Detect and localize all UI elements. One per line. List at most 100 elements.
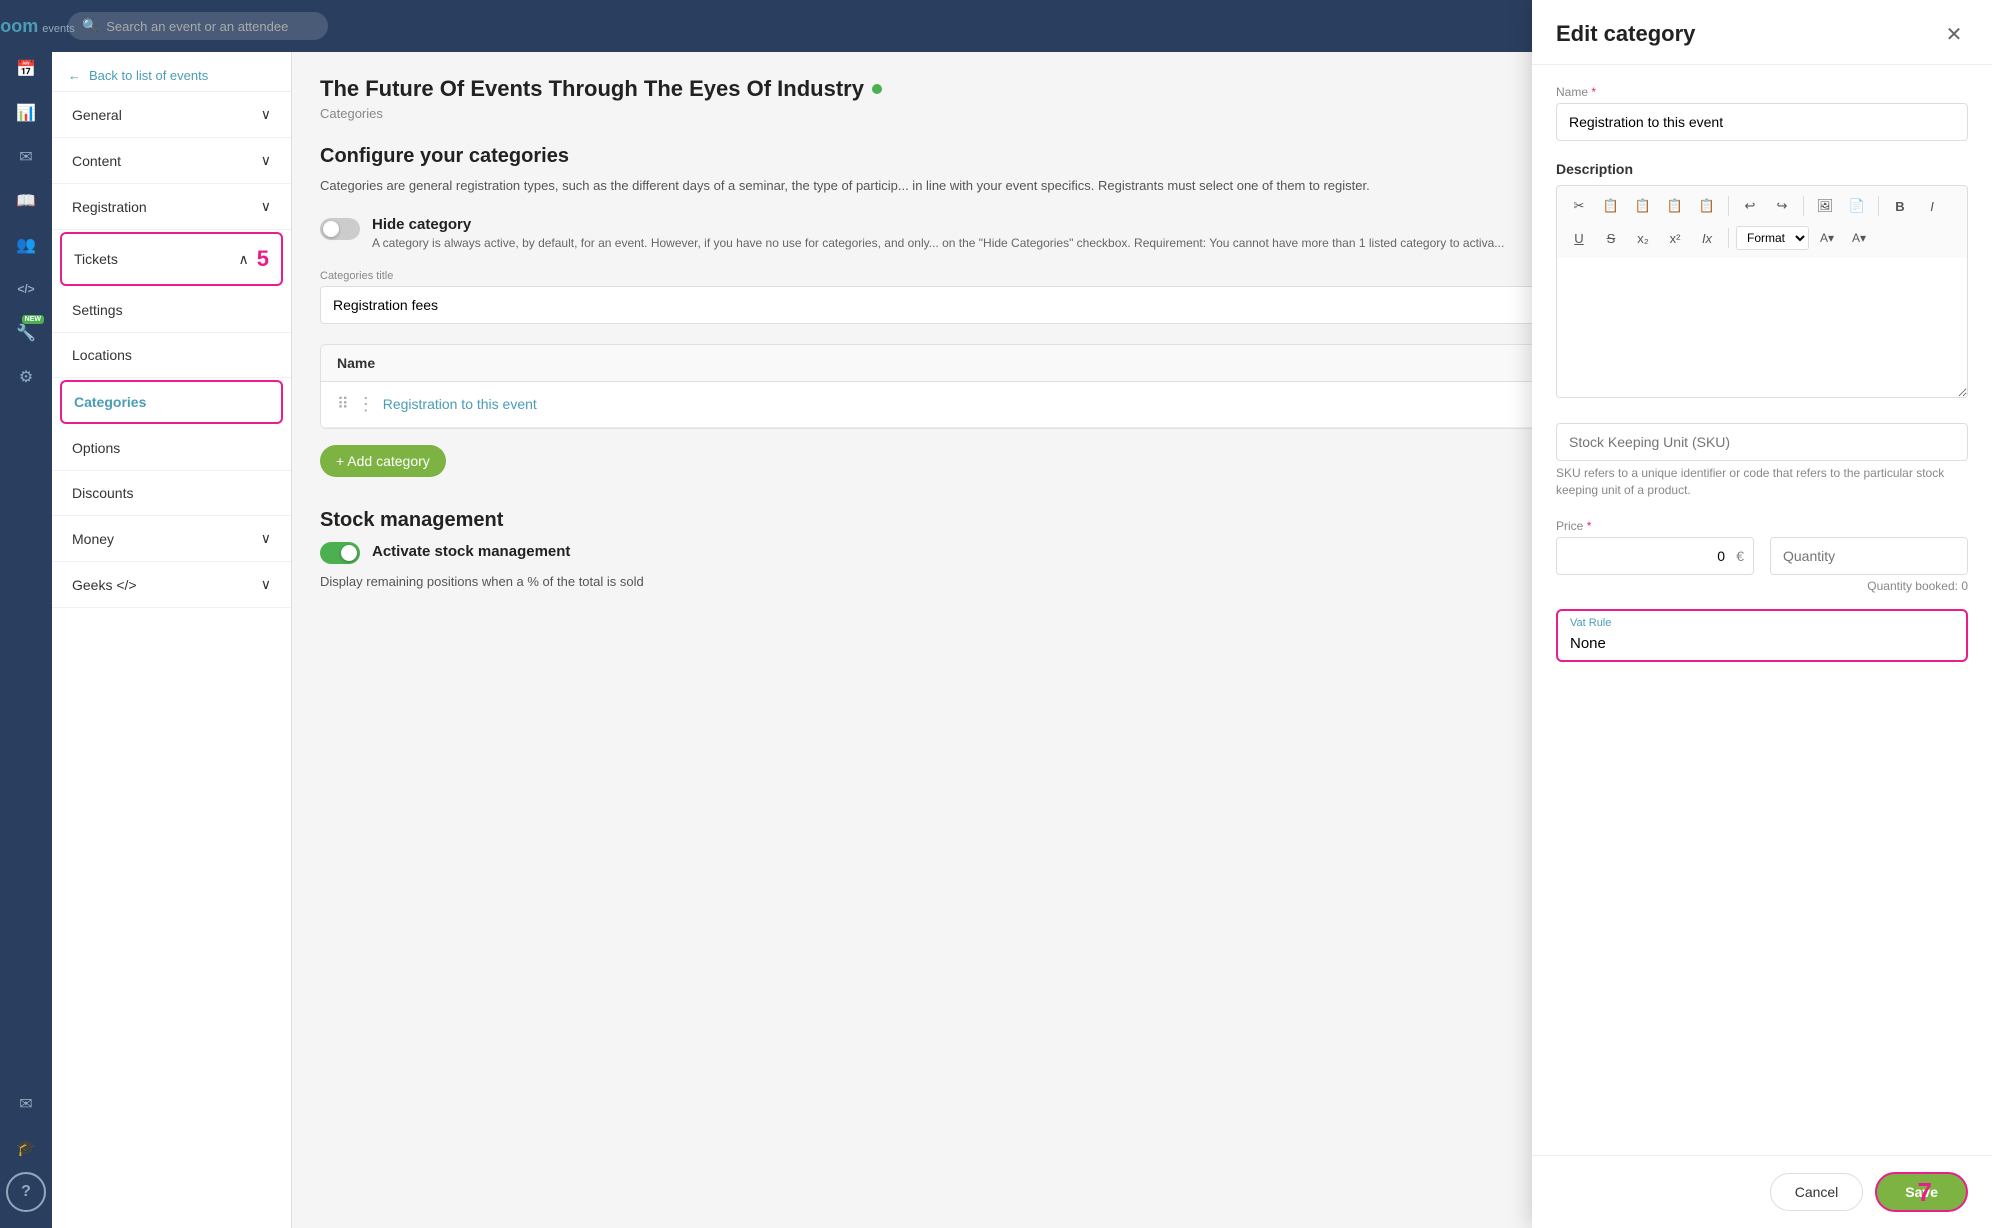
chevron-down-icon: ∨ <box>261 530 271 547</box>
font-color-btn[interactable]: A▾ <box>1813 224 1841 252</box>
sku-field: SKU refers to a unique identifier or cod… <box>1556 423 1968 499</box>
search-bar[interactable]: 🔍 Search an event or an attendee <box>68 12 328 40</box>
sidebar-item-label: Tickets <box>74 251 118 267</box>
undo-btn[interactable]: ↩ <box>1736 192 1764 220</box>
nav-icon-book[interactable]: 📖 <box>6 181 46 221</box>
add-category-button[interactable]: + Add category <box>320 445 446 477</box>
sidebar-item-registration[interactable]: Registration ∨ <box>52 184 291 230</box>
name-label: Name * <box>1556 85 1968 99</box>
app-logo: idloomevents <box>0 8 85 45</box>
nav-icon-question[interactable]: ? <box>6 1172 46 1212</box>
hide-category-label: Hide category <box>372 216 1504 233</box>
search-placeholder: Search an event or an attendee <box>106 19 288 34</box>
name-input[interactable] <box>1556 103 1968 141</box>
sidebar-item-locations[interactable]: Locations <box>52 333 291 378</box>
sidebar-item-label: Discounts <box>72 485 133 501</box>
back-to-list[interactable]: ← Back to list of events <box>52 52 291 92</box>
modal-footer: 6 Cancel Save 7 <box>1532 1155 1992 1228</box>
row-menu-icon[interactable]: ⋮ <box>357 394 375 415</box>
price-label: Price * <box>1556 519 1754 533</box>
sidebar-item-tickets[interactable]: Tickets ∧ 5 <box>60 232 283 286</box>
new-badge: NEW <box>22 315 44 324</box>
vat-rule-select[interactable]: None Standard Reduced Zero <box>1558 629 1966 658</box>
nav-icon-envelope[interactable]: ✉ <box>6 1084 46 1124</box>
divider-3 <box>1878 196 1879 216</box>
category-link[interactable]: Registration to this event <box>383 396 537 412</box>
price-qty-row: Price * € <box>1556 519 1968 575</box>
sidebar-item-settings[interactable]: Settings <box>52 288 291 333</box>
description-field: Description ✂ 📋 📋 📋 📋 ↩ ↪ 🖼 📄 B I U S x₂ <box>1556 161 1968 403</box>
strikethrough-btn[interactable]: S <box>1597 224 1625 252</box>
paste-text-btn[interactable]: 📋 <box>1661 192 1689 220</box>
activate-stock-toggle[interactable] <box>320 542 360 564</box>
close-button[interactable]: ✕ <box>1940 20 1968 48</box>
sidebar-item-discounts[interactable]: Discounts <box>52 471 291 516</box>
hide-category-desc: A category is always active, by default,… <box>372 236 1504 250</box>
hide-category-toggle[interactable] <box>320 218 360 240</box>
sidebar-item-geeks[interactable]: Geeks </> ∨ <box>52 562 291 608</box>
modal-header: Edit category ✕ <box>1532 0 1992 65</box>
description-textarea[interactable] <box>1556 258 1968 398</box>
highlight-btn[interactable]: A▾ <box>1845 224 1873 252</box>
vat-field: Vat Rule None Standard Reduced Zero <box>1556 609 1968 662</box>
nav-icon-users[interactable]: 👥 <box>6 225 46 265</box>
underline-btn[interactable]: U <box>1565 224 1593 252</box>
back-label: Back to list of events <box>89 68 208 83</box>
sidebar-item-label: Categories <box>74 394 146 410</box>
modal-title: Edit category <box>1556 21 1695 47</box>
sku-description: SKU refers to a unique identifier or cod… <box>1556 465 1968 499</box>
sidebar-item-label: Locations <box>72 347 132 363</box>
vat-label: Vat Rule <box>1558 613 1966 629</box>
sidebar-item-content[interactable]: Content ∨ <box>52 138 291 184</box>
subscript-btn[interactable]: x₂ <box>1629 224 1657 252</box>
quantity-label <box>1770 519 1968 533</box>
divider-4 <box>1728 228 1729 248</box>
sidebar-item-label: General <box>72 107 122 123</box>
sidebar-item-options[interactable]: Options <box>52 426 291 471</box>
sidebar-item-label: Money <box>72 531 114 547</box>
icon-sidebar: idloomevents 📅 📊 ✉ 📖 👥 </> 🔧NEW ⚙ ✉ 🎓 ? <box>0 0 52 1228</box>
paste-word-btn[interactable]: 📋 <box>1693 192 1721 220</box>
cut-btn[interactable]: ✂ <box>1565 192 1593 220</box>
source-btn[interactable]: 📄 <box>1843 192 1871 220</box>
image-btn[interactable]: 🖼 <box>1811 192 1839 220</box>
sku-input[interactable] <box>1556 423 1968 461</box>
sidebar-item-label: Settings <box>72 302 123 318</box>
format-select[interactable]: Format <box>1736 226 1809 250</box>
price-input[interactable] <box>1556 537 1754 575</box>
nav-icon-code[interactable]: </> <box>6 269 46 309</box>
activate-stock-label: Activate stock management <box>372 543 570 560</box>
clear-format-btn[interactable]: Ix <box>1693 224 1721 252</box>
drag-handle-icon[interactable]: ⠿ <box>337 394 349 414</box>
price-input-wrapper: € <box>1556 537 1754 575</box>
chevron-down-icon: ∨ <box>261 106 271 123</box>
chevron-up-icon: ∧ <box>239 251 249 268</box>
edit-category-modal: Edit category ✕ Name * Description ✂ 📋 📋… <box>1532 0 1992 1228</box>
sidebar-item-categories[interactable]: Categories <box>60 380 283 424</box>
paste-btn[interactable]: 📋 <box>1629 192 1657 220</box>
sidebar-item-label: Options <box>72 440 120 456</box>
nav-icon-mail[interactable]: ✉ <box>6 137 46 177</box>
cancel-button[interactable]: Cancel <box>1770 1173 1864 1211</box>
nav-icon-gear[interactable]: ⚙ <box>6 357 46 397</box>
quantity-input[interactable] <box>1770 537 1968 575</box>
nav-icon-wrench[interactable]: 🔧NEW <box>6 313 46 353</box>
italic-btn[interactable]: I <box>1918 192 1946 220</box>
copy-btn[interactable]: 📋 <box>1597 192 1625 220</box>
divider-1 <box>1728 196 1729 216</box>
price-required: * <box>1587 519 1592 533</box>
nav-icon-chart[interactable]: 📊 <box>6 93 46 133</box>
sidebar-item-general[interactable]: General ∨ <box>52 92 291 138</box>
superscript-btn[interactable]: x² <box>1661 224 1689 252</box>
logo-loom: loom <box>0 16 38 37</box>
name-field: Name * <box>1556 85 1968 141</box>
quantity-field <box>1770 519 1968 575</box>
nav-icon-graduation[interactable]: 🎓 <box>6 1128 46 1168</box>
nav-icon-calendar[interactable]: 📅 <box>6 49 46 89</box>
event-title-text: The Future Of Events Through The Eyes Of… <box>320 76 864 102</box>
back-arrow-icon: ← <box>68 68 81 83</box>
sidebar-item-money[interactable]: Money ∨ <box>52 516 291 562</box>
bold-btn[interactable]: B <box>1886 192 1914 220</box>
chevron-down-icon: ∨ <box>261 198 271 215</box>
redo-btn[interactable]: ↪ <box>1768 192 1796 220</box>
